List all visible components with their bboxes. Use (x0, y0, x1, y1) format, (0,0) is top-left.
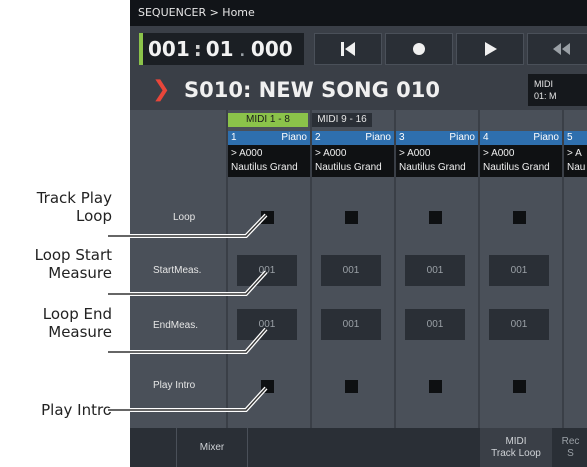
track-program: > A000 Nautilus Grand (396, 145, 478, 177)
program-number: > A000 (399, 148, 431, 159)
start-measure-field[interactable]: 001 (489, 255, 549, 286)
midi-box-line2: 01: M (534, 91, 557, 101)
program-name: Nautilus Grand (483, 162, 550, 173)
locator-display[interactable]: 001:01. 000 (143, 33, 304, 65)
row-label-loop: Loop (173, 212, 196, 223)
callout-text: Loop Start (34, 246, 112, 264)
tab-midi-track-loop[interactable]: MIDI Track Loop (480, 428, 552, 467)
sequencer-screen: SEQUENCER > Home 001:01. 000 ❯ S010: NEW… (130, 0, 587, 467)
locator-dot: . (239, 44, 245, 60)
start-measure-field[interactable]: 001 (405, 255, 465, 286)
start-measure-field[interactable]: 001 (237, 255, 297, 286)
tab-midi-9-16[interactable]: MIDI 9 - 16 (312, 113, 372, 127)
start-measure-field[interactable]: 001 (321, 255, 381, 286)
tab-label-line2: Track Loop (491, 447, 541, 459)
song-select[interactable]: ❯ S010: NEW SONG 010 MIDI 01: M (130, 72, 587, 108)
track-column-3[interactable]: 3 Piano > A000 Nautilus Grand (396, 131, 478, 177)
midi-status-box: MIDI 01: M (528, 74, 587, 106)
play-icon (485, 42, 497, 56)
track-number: 1 (231, 132, 237, 143)
track-header: 5 (564, 131, 587, 145)
track-program: > A000 Nautilus Grand (312, 145, 394, 177)
track-program: > A000 Nautilus Grand (480, 145, 562, 177)
row-label-end-measure: EndMeas. (153, 320, 199, 331)
tab-midi-1-8[interactable]: MIDI 1 - 8 (228, 113, 308, 127)
end-measure-field[interactable]: 001 (489, 309, 549, 340)
track-header: 1 Piano (228, 131, 310, 145)
track-name: Piano (281, 132, 307, 143)
tab-label-line1: MIDI (505, 435, 527, 447)
tab-label-line1: Rec (561, 435, 580, 447)
row-label-start-measure: StartMeas. (153, 265, 202, 276)
program-name: Nautilus Grand (231, 162, 298, 173)
midi-box-line1: MIDI (534, 79, 553, 89)
track-column-4[interactable]: 4 Piano > A000 Nautilus Grand (480, 131, 562, 177)
track-column-2[interactable]: 2 Piano > A000 Nautilus Grand (312, 131, 394, 177)
play-intro-checkbox[interactable] (429, 380, 442, 393)
tab-label-line2: S (567, 447, 574, 459)
callout-text: Play Intro (41, 401, 112, 419)
locator-measure: 001 (148, 37, 190, 61)
loop-checkbox[interactable] (261, 211, 274, 224)
program-number: > A000 (231, 148, 263, 159)
skip-to-start-icon (341, 42, 355, 56)
track-column-1[interactable]: 1 Piano > A000 Nautilus Grand (228, 131, 310, 177)
tab-mixer[interactable]: Mixer (176, 428, 248, 467)
track-name: Piano (449, 132, 475, 143)
callout-track-play-loop: Track Play Loop (0, 189, 112, 225)
breadcrumb: SEQUENCER > Home (130, 0, 587, 26)
record-icon (413, 43, 425, 55)
program-name: Nautilus Grand (399, 162, 466, 173)
end-measure-field[interactable]: 001 (237, 309, 297, 340)
track-number: 2 (315, 132, 321, 143)
loop-checkbox[interactable] (345, 211, 358, 224)
program-number: > A (567, 148, 582, 159)
rewind-button[interactable] (527, 33, 587, 65)
transport-bar: 001:01. 000 (130, 30, 587, 70)
track-header: 4 Piano (480, 131, 562, 145)
track-header: 2 Piano (312, 131, 394, 145)
chevron-right-icon[interactable]: ❯ (152, 76, 170, 104)
program-name: Nautilus Grand (315, 162, 382, 173)
track-number: 5 (567, 132, 573, 143)
bottom-tab-bar: Mixer MIDI Track Loop Rec S (130, 428, 587, 467)
row-label-play-intro: Play Intro (153, 380, 196, 391)
locator-colon: : (193, 37, 202, 61)
track-program: > A000 Nautilus Grand (228, 145, 310, 177)
end-measure-field[interactable]: 001 (405, 309, 465, 340)
program-name: Nau (567, 162, 586, 173)
callout-loop-end-measure: Loop End Measure (0, 305, 112, 341)
callout-loop-start-measure: Loop Start Measure (0, 246, 112, 282)
locator-tick: 000 (250, 37, 293, 61)
callout-text: Track Play (36, 189, 112, 207)
track-program: > A Nau (564, 145, 587, 177)
callout-text: Loop End (42, 305, 112, 323)
track-number: 4 (483, 132, 489, 143)
play-intro-checkbox[interactable] (513, 380, 526, 393)
callout-text: Loop (76, 207, 112, 225)
play-intro-checkbox[interactable] (345, 380, 358, 393)
tab-rec-setup[interactable]: Rec S (554, 428, 587, 467)
callout-text: Measure (48, 264, 112, 282)
end-measure-field[interactable]: 001 (321, 309, 381, 340)
callout-text: Measure (48, 323, 112, 341)
rewind-to-start-button[interactable] (314, 33, 382, 65)
loop-checkbox[interactable] (429, 211, 442, 224)
track-loop-panel: MIDI 1 - 8 MIDI 9 - 16 1 Piano > A000 Naut… (130, 110, 587, 428)
track-number: 3 (399, 132, 405, 143)
loop-checkbox[interactable] (513, 211, 526, 224)
play-intro-checkbox[interactable] (261, 380, 274, 393)
rewind-icon (553, 43, 570, 55)
play-button[interactable] (456, 33, 524, 65)
callout-play-intro: Play Intro (0, 401, 112, 419)
track-column-5[interactable]: 5 > A Nau (564, 131, 587, 177)
track-name: Piano (533, 132, 559, 143)
program-number: > A000 (315, 148, 347, 159)
track-header: 3 Piano (396, 131, 478, 145)
track-name: Piano (365, 132, 391, 143)
program-number: > A000 (483, 148, 515, 159)
locator-beat: 01 (205, 37, 234, 61)
song-title: S010: NEW SONG 010 (184, 78, 440, 102)
record-button[interactable] (385, 33, 453, 65)
